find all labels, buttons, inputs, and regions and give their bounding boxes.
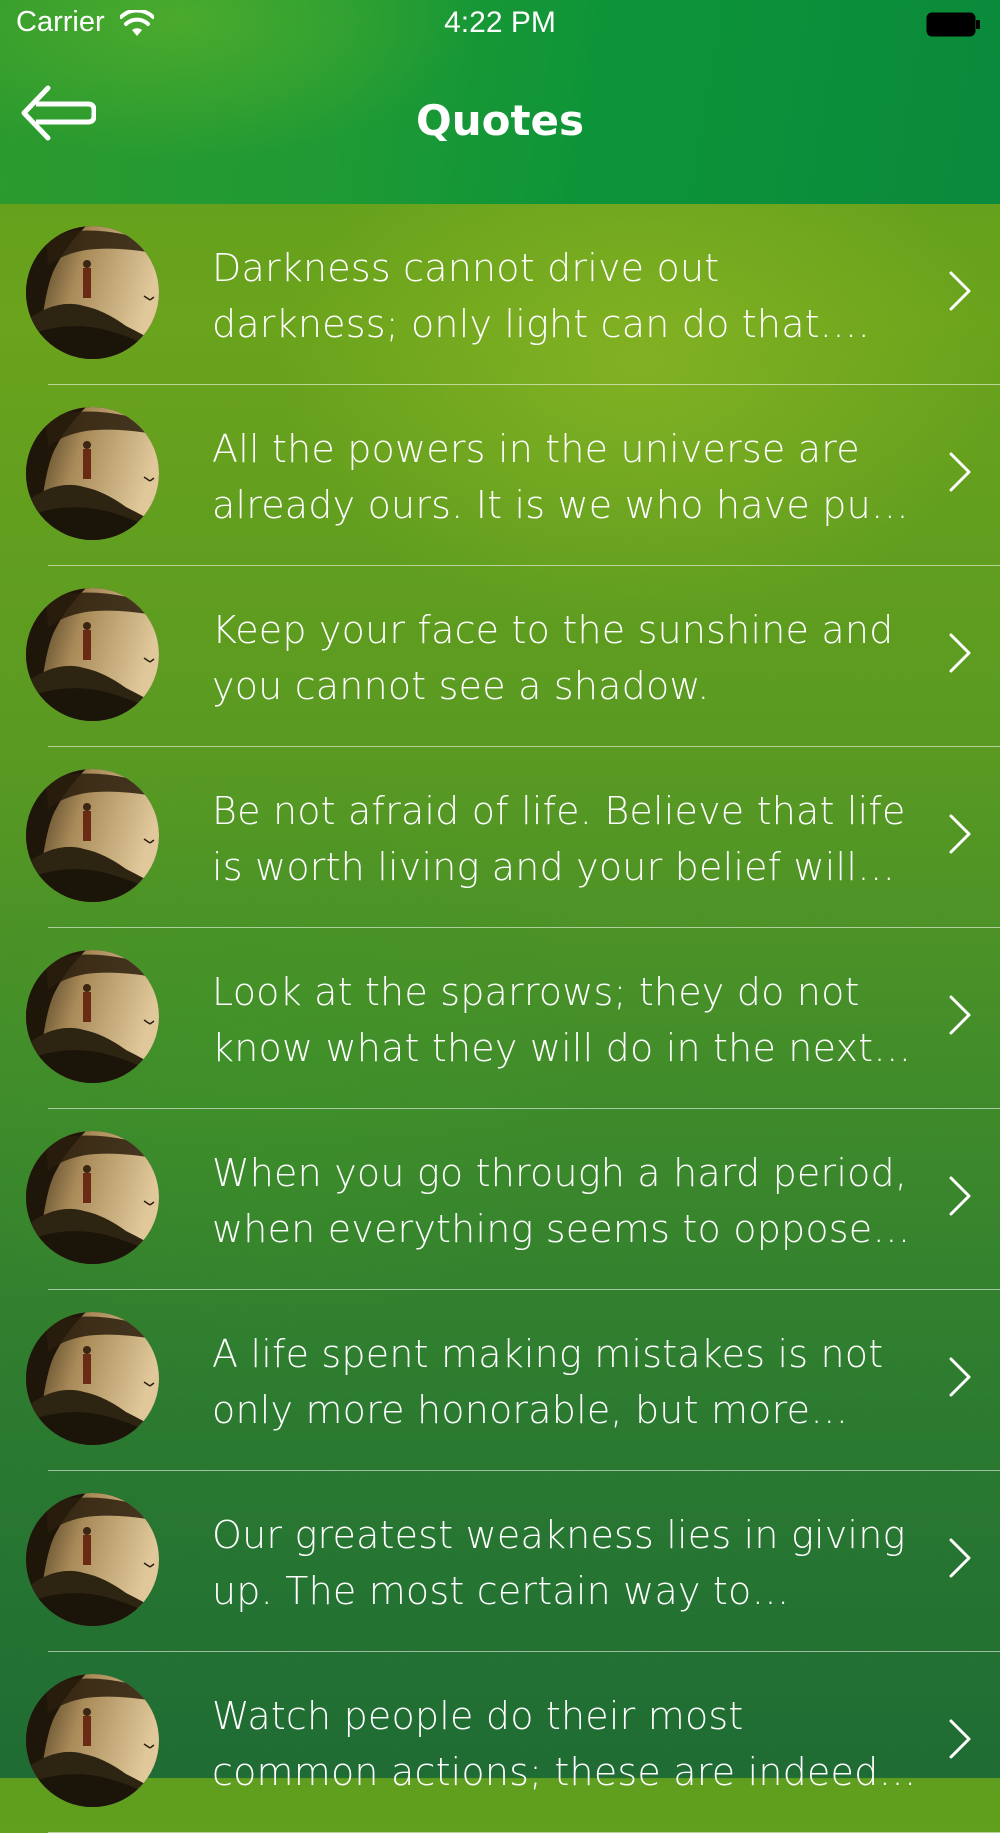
chevron-right-icon: [949, 1176, 971, 1216]
chevron-right-icon: [949, 814, 971, 854]
quote-thumbnail: [26, 1493, 159, 1626]
status-bar: Carrier 4:22 PM: [0, 0, 1000, 50]
quote-text: When you go through a hard period, when …: [212, 1151, 908, 1251]
chevron-right-icon: [949, 995, 971, 1035]
quote-row[interactable]: A life spent making mistakes is not only…: [0, 1290, 1000, 1471]
navigation-bar: Carrier 4:22 PM Quotes: [0, 0, 1000, 204]
chevron-right-icon: [949, 633, 971, 673]
quote-thumbnail: [26, 1312, 159, 1445]
battery-icon: [926, 12, 980, 37]
quote-thumbnail: [26, 1674, 159, 1807]
quote-row[interactable]: Watch people do their most common action…: [0, 1652, 1000, 1833]
quote-text: Keep your face to the sunshine and you c…: [212, 608, 894, 708]
quote-text: A life spent making mistakes is not only…: [212, 1332, 884, 1432]
quote-thumbnail: [26, 407, 159, 540]
quote-row[interactable]: Our greatest weakness lies in giving up.…: [0, 1471, 1000, 1652]
quote-thumbnail: [26, 769, 159, 902]
quote-row[interactable]: Be not afraid of life. Believe that life…: [0, 747, 1000, 928]
clock: 4:22 PM: [444, 6, 556, 39]
page-title: Quotes: [415, 96, 585, 145]
quote-text: Be not afraid of life. Believe that life…: [212, 789, 906, 889]
quote-thumbnail: [26, 226, 159, 359]
quote-thumbnail: [26, 950, 159, 1083]
chevron-right-icon: [949, 452, 971, 492]
quote-text: Look at the sparrows; they do not know w…: [212, 970, 874, 1070]
chevron-right-icon: [949, 1538, 971, 1578]
quote-thumbnail: [26, 588, 159, 721]
quote-text: Our greatest weakness lies in giving up.…: [212, 1513, 906, 1613]
quote-row[interactable]: When you go through a hard period, when …: [0, 1109, 1000, 1290]
quote-thumbnail: [26, 1131, 159, 1264]
chevron-right-icon: [949, 1719, 971, 1759]
quote-text: Darkness cannot drive out darkness; only…: [212, 246, 833, 346]
quote-text: Watch people do their most common action…: [212, 1694, 879, 1794]
quote-row[interactable]: Darkness cannot drive out darkness; only…: [0, 204, 1000, 385]
chevron-right-icon: [949, 1357, 971, 1397]
quote-text: All the powers in the universe are alrea…: [212, 427, 886, 527]
quote-row[interactable]: Look at the sparrows; they do not know w…: [0, 928, 1000, 1109]
quote-row[interactable]: Keep your face to the sunshine and you c…: [0, 566, 1000, 747]
quote-row[interactable]: All the powers in the universe are alrea…: [0, 385, 1000, 566]
chevron-right-icon: [949, 271, 971, 311]
quotes-list: Darkness cannot drive out darkness; only…: [0, 204, 1000, 1833]
